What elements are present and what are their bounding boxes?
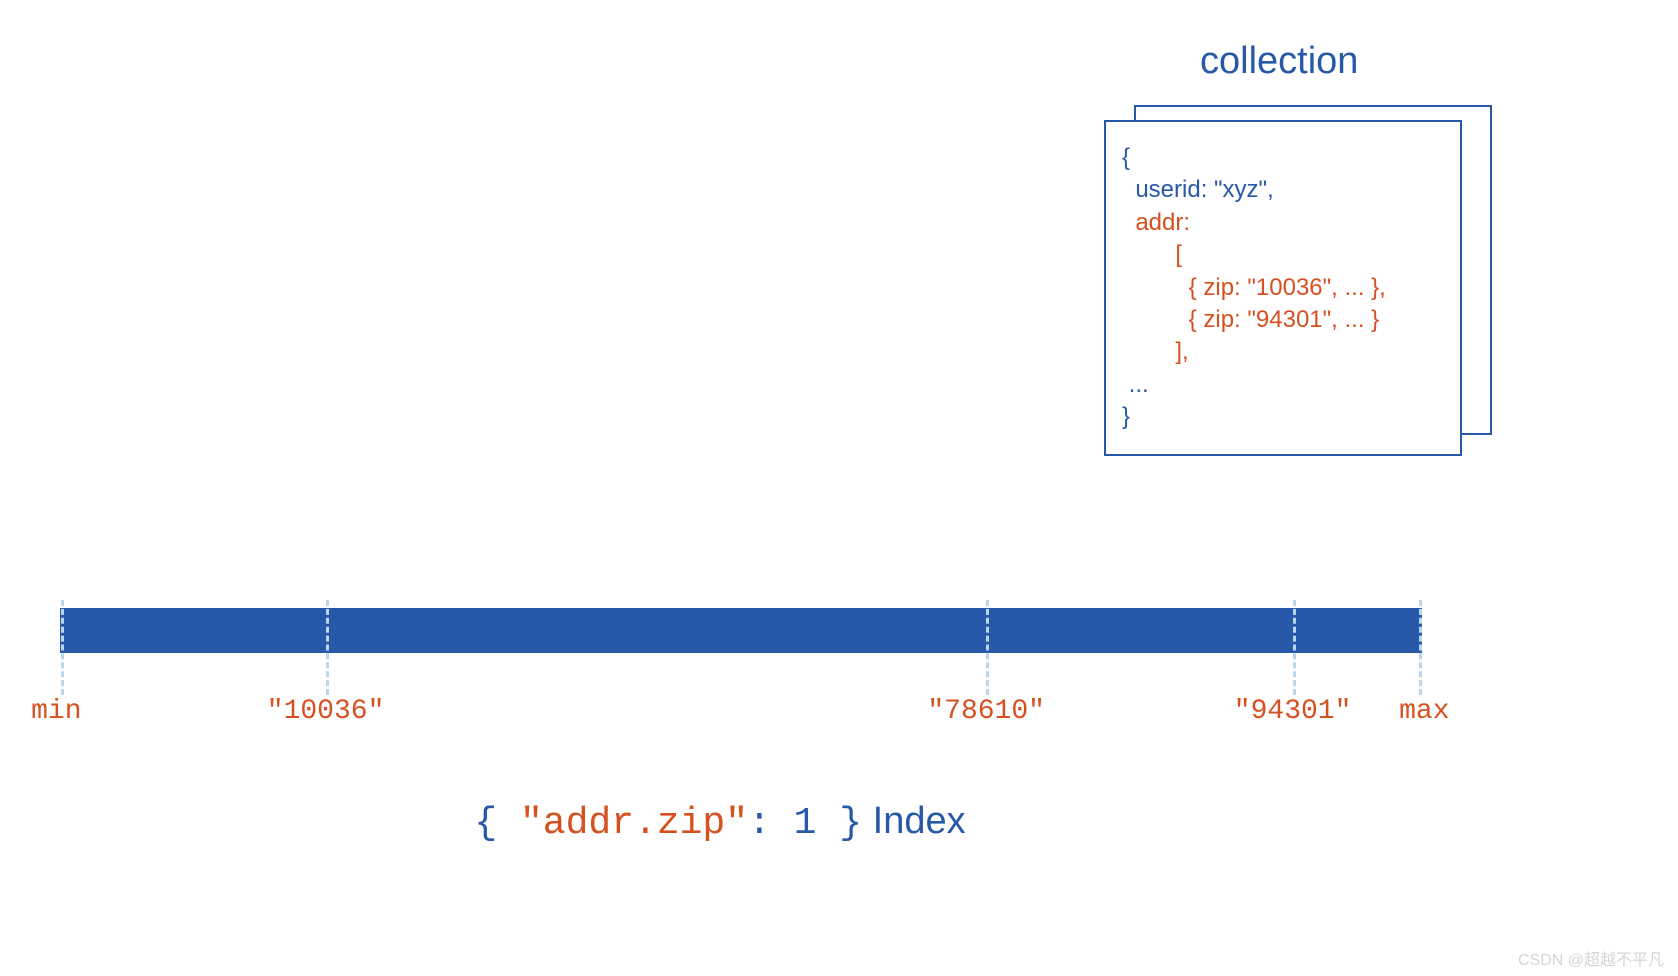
index-word: Index bbox=[862, 800, 966, 842]
watermark: CSDN @超越不平凡 bbox=[1518, 946, 1664, 970]
tick-line bbox=[61, 600, 64, 695]
tick-line bbox=[1419, 600, 1422, 695]
doc-arr-open: [ bbox=[1122, 239, 1444, 271]
index-close-brace: } bbox=[839, 802, 862, 845]
doc-open-brace: { bbox=[1122, 142, 1444, 174]
tick-label: "10036" bbox=[267, 696, 385, 727]
collection-title: collection bbox=[1200, 40, 1358, 83]
tick-label: "78610" bbox=[927, 696, 1045, 727]
index-bar-wrapper: min"10036""78610""94301"max bbox=[60, 608, 1422, 653]
doc-ellipsis: ... bbox=[1122, 369, 1444, 401]
index-title: { "addr.zip": 1 } Index bbox=[0, 800, 1440, 845]
doc-close-brace: } bbox=[1122, 401, 1444, 433]
document-box-front: { userid: "xyz", addr: [ { zip: "10036",… bbox=[1104, 120, 1462, 456]
doc-userid-line: userid: "xyz", bbox=[1122, 174, 1444, 206]
index-val: : 1 bbox=[748, 802, 839, 845]
index-key: "addr.zip" bbox=[520, 802, 748, 845]
tick-line bbox=[1293, 600, 1296, 695]
tick-line bbox=[326, 600, 329, 695]
index-open-brace: { bbox=[474, 802, 520, 845]
index-bar bbox=[60, 608, 1422, 653]
tick-label: "94301" bbox=[1234, 696, 1352, 727]
doc-arr-close: ], bbox=[1122, 336, 1444, 368]
doc-addr-line: addr: bbox=[1122, 207, 1444, 239]
doc-zip1: { zip: "10036", ... }, bbox=[1122, 272, 1444, 304]
doc-zip2: { zip: "94301", ... } bbox=[1122, 304, 1444, 336]
tick-label: max bbox=[1399, 696, 1449, 727]
tick-line bbox=[986, 600, 989, 695]
tick-label: min bbox=[31, 696, 81, 727]
